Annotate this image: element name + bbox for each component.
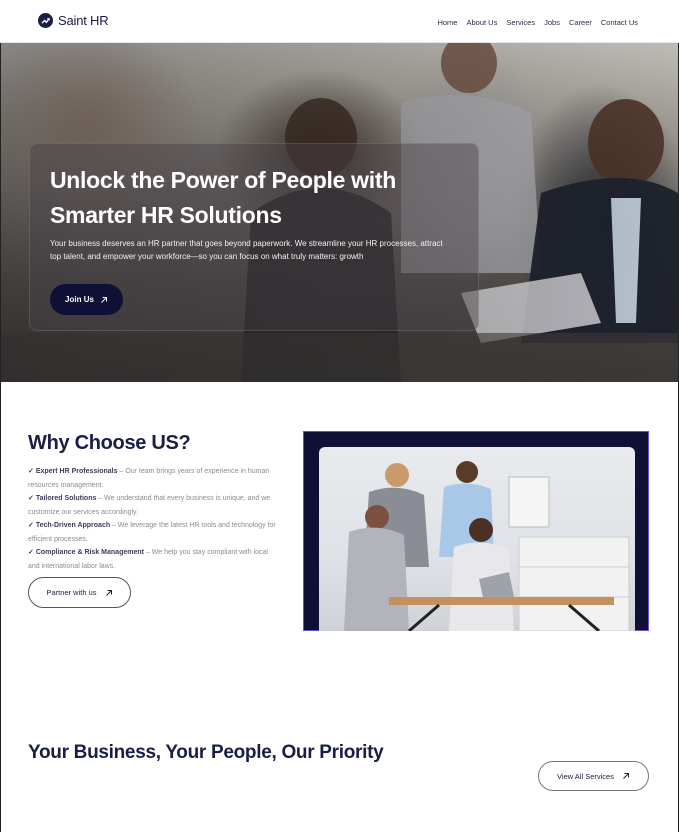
why-list: ✓ Expert HR Professionals – Our team bri… bbox=[28, 465, 278, 573]
nav-contact-us[interactable]: Contact Us bbox=[601, 18, 638, 27]
check-icon: ✓ bbox=[28, 522, 34, 529]
logo-text: Saint HR bbox=[58, 13, 109, 28]
hero-section: Unlock the Power of People with Smarter … bbox=[1, 43, 678, 382]
check-icon: ✓ bbox=[28, 495, 34, 502]
hero-description: Your business deserves an HR partner tha… bbox=[50, 239, 443, 261]
team-photo-frame bbox=[303, 431, 649, 631]
team-photo bbox=[319, 447, 635, 631]
arrow-up-right-icon bbox=[105, 589, 112, 596]
hero-card: Unlock the Power of People with Smarter … bbox=[29, 143, 479, 331]
why-item: ✓ Compliance & Risk Management – We help… bbox=[28, 546, 278, 573]
main-nav: Home About Us Services Jobs Career Conta… bbox=[437, 18, 638, 27]
partner-label: Partner with us bbox=[46, 588, 97, 597]
why-item: ✓ Tech-Driven Approach – We leverage the… bbox=[28, 519, 278, 546]
partner-with-us-button[interactable]: Partner with us bbox=[28, 577, 131, 608]
why-item: ✓ Expert HR Professionals – Our team bri… bbox=[28, 465, 278, 492]
why-item-heading: Expert HR Professionals bbox=[35, 468, 118, 475]
nav-jobs[interactable]: Jobs bbox=[544, 18, 560, 27]
logo[interactable]: Saint HR bbox=[38, 13, 109, 28]
view-all-services-button[interactable]: View All Services bbox=[538, 761, 649, 791]
nav-home[interactable]: Home bbox=[437, 18, 457, 27]
join-us-button[interactable]: Join Us bbox=[50, 284, 123, 315]
arrow-up-right-icon bbox=[101, 296, 107, 303]
nav-about-us[interactable]: About Us bbox=[466, 18, 497, 27]
view-all-services-label: View All Services bbox=[557, 771, 614, 781]
nav-services[interactable]: Services bbox=[506, 18, 535, 27]
arrow-up-right-icon bbox=[623, 773, 629, 779]
site-header: Saint HR Home About Us Services Jobs Car… bbox=[0, 0, 679, 43]
join-us-label: Join Us bbox=[65, 295, 94, 304]
hero-title: Unlock the Power of People with Smarter … bbox=[50, 167, 396, 228]
team-meeting-image bbox=[344, 461, 630, 631]
check-icon: ✓ bbox=[28, 468, 34, 475]
why-item: ✓ Tailored Solutions – We understand tha… bbox=[28, 492, 278, 519]
why-item-heading: Compliance & Risk Management bbox=[35, 549, 144, 556]
check-icon: ✓ bbox=[28, 549, 34, 556]
business-title: Your Business, Your People, Our Priority bbox=[28, 742, 384, 763]
trend-arrow-icon bbox=[38, 13, 53, 28]
nav-career[interactable]: Career bbox=[569, 18, 592, 27]
why-item-heading: Tailored Solutions bbox=[35, 495, 97, 502]
why-item-heading: Tech-Driven Approach bbox=[35, 522, 111, 529]
why-title: Why Choose US? bbox=[28, 432, 191, 454]
